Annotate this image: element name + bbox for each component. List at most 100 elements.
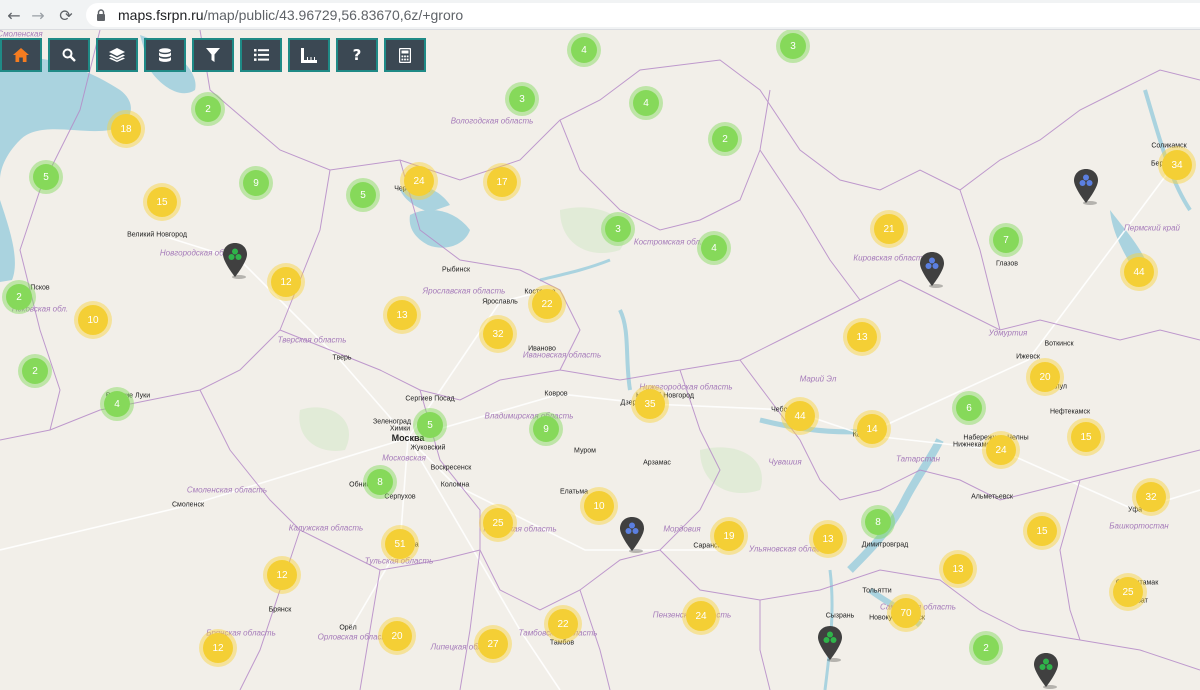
marker-cluster[interactable]: 4 bbox=[697, 231, 731, 265]
marker-cluster[interactable]: 70 bbox=[887, 594, 925, 632]
marker-cluster[interactable]: 15 bbox=[143, 183, 181, 221]
marker-cluster[interactable]: 15 bbox=[1023, 512, 1061, 550]
marker-cluster[interactable]: 44 bbox=[781, 397, 819, 435]
database-button[interactable] bbox=[144, 38, 186, 72]
back-arrow-icon[interactable]: ← bbox=[2, 3, 26, 27]
cluster-count: 17 bbox=[487, 167, 517, 197]
map-pin-marker[interactable] bbox=[817, 626, 843, 662]
marker-cluster[interactable]: 34 bbox=[1158, 146, 1196, 184]
marker-cluster[interactable]: 13 bbox=[383, 296, 421, 334]
marker-cluster[interactable]: 25 bbox=[479, 504, 517, 542]
region-label: Удмуртия bbox=[988, 328, 1028, 338]
reload-icon[interactable]: ⟳ bbox=[54, 3, 78, 27]
cluster-count: 21 bbox=[874, 214, 904, 244]
help-icon: ? bbox=[352, 46, 362, 64]
map-pin-icon bbox=[620, 517, 644, 553]
marker-cluster[interactable]: 6 bbox=[952, 391, 986, 425]
layers-button[interactable] bbox=[96, 38, 138, 72]
address-bar[interactable]: maps.fsrpn.ru/map/public/43.96729,56.836… bbox=[86, 3, 1200, 27]
marker-cluster[interactable]: 5 bbox=[29, 160, 63, 194]
marker-cluster[interactable]: 44 bbox=[1120, 253, 1158, 291]
marker-cluster[interactable]: 32 bbox=[1132, 478, 1170, 516]
map-pin-marker[interactable] bbox=[619, 517, 645, 553]
calculator-icon bbox=[399, 47, 411, 63]
cluster-count: 44 bbox=[1124, 257, 1154, 287]
marker-cluster[interactable]: 19 bbox=[710, 517, 748, 555]
marker-cluster[interactable]: 17 bbox=[483, 163, 521, 201]
marker-cluster[interactable]: 2 bbox=[18, 354, 52, 388]
map-pin-marker[interactable] bbox=[919, 252, 945, 288]
marker-cluster[interactable]: 9 bbox=[239, 166, 273, 200]
marker-cluster[interactable]: 10 bbox=[74, 301, 112, 339]
lock-icon bbox=[97, 9, 105, 21]
cluster-count: 14 bbox=[857, 414, 887, 444]
cluster-count: 13 bbox=[943, 554, 973, 584]
marker-cluster[interactable]: 51 bbox=[381, 525, 419, 563]
marker-cluster[interactable]: 14 bbox=[853, 410, 891, 448]
marker-cluster[interactable]: 12 bbox=[199, 629, 237, 667]
search-button[interactable] bbox=[48, 38, 90, 72]
marker-cluster[interactable]: 4 bbox=[567, 33, 601, 67]
marker-cluster[interactable]: 24 bbox=[682, 597, 720, 635]
city-label: Сызрань bbox=[825, 612, 855, 620]
cluster-count: 20 bbox=[1030, 362, 1060, 392]
marker-cluster[interactable]: 9 bbox=[529, 412, 563, 446]
marker-cluster[interactable]: 21 bbox=[870, 210, 908, 248]
map-pin-marker[interactable] bbox=[1073, 169, 1099, 205]
database-icon bbox=[159, 47, 171, 62]
marker-cluster[interactable]: 15 bbox=[1067, 418, 1105, 456]
marker-cluster[interactable]: 13 bbox=[843, 318, 881, 356]
marker-cluster[interactable]: 12 bbox=[267, 263, 305, 301]
marker-cluster[interactable]: 7 bbox=[989, 223, 1023, 257]
marker-cluster[interactable]: 18 bbox=[107, 110, 145, 148]
forward-arrow-icon[interactable]: → bbox=[26, 3, 50, 27]
marker-cluster[interactable]: 2 bbox=[191, 92, 225, 126]
marker-cluster[interactable]: 4 bbox=[100, 387, 134, 421]
cluster-count: 34 bbox=[1162, 150, 1192, 180]
measure-button[interactable] bbox=[288, 38, 330, 72]
marker-cluster[interactable]: 10 bbox=[580, 487, 618, 525]
marker-cluster[interactable]: 2 bbox=[969, 631, 1003, 665]
marker-cluster[interactable]: 5 bbox=[346, 178, 380, 212]
calculator-button[interactable] bbox=[384, 38, 426, 72]
marker-cluster[interactable]: 3 bbox=[505, 82, 539, 116]
ruler-icon bbox=[301, 47, 317, 63]
marker-cluster[interactable]: 12 bbox=[263, 556, 301, 594]
marker-cluster[interactable]: 2 bbox=[2, 280, 36, 314]
marker-cluster[interactable]: 27 bbox=[474, 625, 512, 663]
marker-cluster[interactable]: 8 bbox=[363, 465, 397, 499]
marker-cluster[interactable]: 25 bbox=[1109, 573, 1147, 611]
list-button[interactable] bbox=[240, 38, 282, 72]
marker-cluster[interactable]: 24 bbox=[400, 162, 438, 200]
marker-cluster[interactable]: 13 bbox=[809, 520, 847, 558]
home-button[interactable] bbox=[0, 38, 42, 72]
marker-cluster[interactable]: 4 bbox=[629, 86, 663, 120]
map-pin-marker[interactable] bbox=[222, 243, 248, 279]
marker-cluster[interactable]: 3 bbox=[776, 30, 810, 63]
region-label: Ярославская область bbox=[422, 286, 506, 296]
marker-cluster[interactable]: 2 bbox=[708, 122, 742, 156]
marker-cluster[interactable]: 32 bbox=[479, 315, 517, 353]
city-label: Химки bbox=[389, 425, 411, 433]
cluster-count: 15 bbox=[1027, 516, 1057, 546]
marker-cluster[interactable]: 3 bbox=[601, 212, 635, 246]
marker-cluster[interactable]: 35 bbox=[631, 385, 669, 423]
marker-cluster[interactable]: 24 bbox=[982, 431, 1020, 469]
marker-cluster[interactable]: 20 bbox=[1026, 358, 1064, 396]
marker-cluster[interactable]: 5 bbox=[413, 408, 447, 442]
marker-cluster[interactable]: 8 bbox=[861, 505, 895, 539]
region-label: Марий Эл bbox=[799, 374, 837, 384]
marker-cluster[interactable]: 13 bbox=[939, 550, 977, 588]
cluster-count: 51 bbox=[385, 529, 415, 559]
region-label: Московская bbox=[382, 453, 426, 463]
cluster-count: 2 bbox=[712, 126, 738, 152]
map-pin-marker[interactable] bbox=[1033, 653, 1059, 689]
marker-cluster[interactable]: 22 bbox=[528, 285, 566, 323]
filter-button[interactable] bbox=[192, 38, 234, 72]
url-domain: maps.fsrpn.ru bbox=[118, 7, 204, 23]
marker-cluster[interactable]: 22 bbox=[544, 605, 582, 643]
help-button[interactable]: ? bbox=[336, 38, 378, 72]
map-canvas[interactable]: Вологодская область Новгородская обл. Пско… bbox=[0, 30, 1200, 690]
browser-toolbar: ← → ⟳ maps.fsrpn.ru/map/public/43.96729,… bbox=[0, 0, 1200, 30]
marker-cluster[interactable]: 20 bbox=[378, 617, 416, 655]
